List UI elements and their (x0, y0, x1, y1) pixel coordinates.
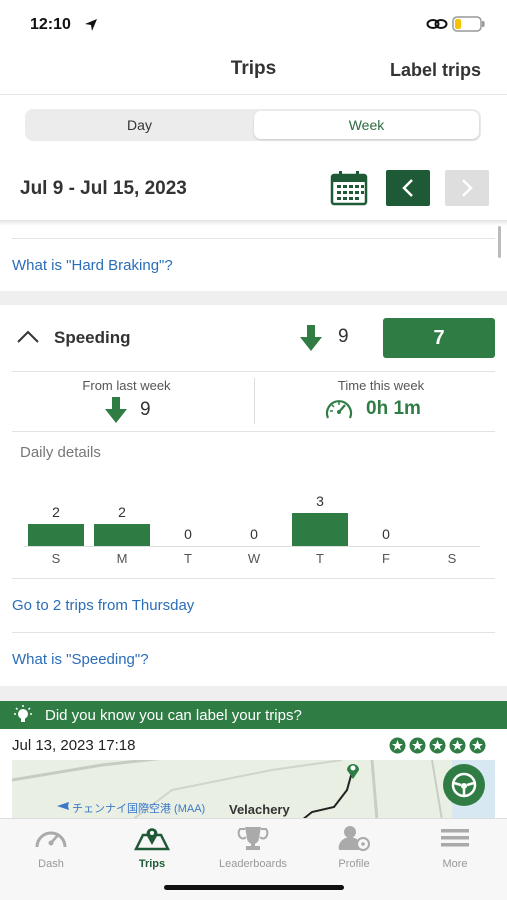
arrow-down-icon (105, 397, 127, 423)
star-icon (429, 737, 446, 754)
star-icon (389, 737, 406, 754)
day-label: M (116, 551, 128, 566)
star-icon (449, 737, 466, 754)
tab-label: Profile (338, 858, 370, 870)
tab-label: More (442, 858, 468, 870)
calendar-button[interactable] (330, 170, 368, 206)
airport-icon (57, 802, 69, 810)
steering-wheel-icon (451, 772, 477, 798)
status-bar: 12:10 (0, 0, 507, 50)
time-this-week-value: 0h 1m (366, 398, 421, 419)
speeding-score-badge: 7 (383, 318, 495, 358)
tab-profile[interactable]: Profile (304, 825, 404, 870)
link-icon (426, 19, 448, 29)
chevron-left-icon (402, 179, 413, 197)
segment-day[interactable]: Day (27, 111, 252, 139)
drive-mode-button[interactable] (443, 764, 485, 806)
header-shadow (0, 220, 507, 226)
day-label: W (247, 551, 261, 566)
date-range: Jul 9 - Jul 15, 2023 (20, 178, 187, 199)
day-label: T (316, 551, 324, 566)
tab-label: Trips (138, 858, 166, 870)
section-separator (0, 686, 507, 701)
map-pin-icon (347, 764, 359, 779)
trophy-icon (237, 827, 269, 850)
speeding-title: Speeding (54, 328, 131, 347)
speeding-change-value: 9 (338, 326, 349, 347)
label-trips-button[interactable]: Label trips (390, 60, 481, 81)
map-place-label: Velachery (229, 802, 290, 817)
divider (12, 238, 495, 239)
bar-value-label: 0 (184, 526, 192, 542)
status-time: 12:10 (30, 16, 71, 33)
from-last-week-value: 9 (140, 399, 151, 420)
divider (12, 632, 495, 633)
tab-label: Dash (38, 858, 64, 870)
segment-week[interactable]: Week (254, 111, 479, 139)
label-trips-tip-banner[interactable]: Did you know you can label your trips? (0, 701, 507, 729)
daily-details-title: Daily details (20, 444, 101, 461)
calendar-icon (330, 171, 368, 206)
tip-text: Did you know you can label your trips? (45, 707, 302, 724)
day-label: S (51, 551, 61, 566)
bar-value-label: 0 (250, 526, 258, 542)
star-icon (469, 737, 486, 754)
next-week-button[interactable] (445, 170, 489, 206)
chart-baseline (24, 546, 480, 547)
day-week-segmented-control: Day Week (25, 109, 481, 141)
divider (12, 578, 495, 579)
section-separator (0, 291, 507, 305)
day-label: S (447, 551, 457, 566)
trip-star-rating (389, 737, 486, 754)
bar-value-label: 3 (316, 493, 324, 509)
trip-map[interactable]: チェンナイ国際空港 (MAA) Velachery (12, 760, 495, 820)
tab-dash[interactable]: Dash (1, 825, 101, 870)
divider (12, 431, 495, 432)
previous-week-button[interactable] (386, 170, 430, 206)
tab-label: Leaderboards (219, 858, 287, 870)
trip-datetime: Jul 13, 2023 17:18 (12, 737, 136, 754)
bar-value-label: 2 (52, 504, 60, 520)
map-airport-label: チェンナイ国際空港 (MAA) (72, 803, 206, 815)
what-is-hard-braking-link[interactable]: What is "Hard Braking"? (12, 257, 173, 274)
location-arrow-icon (85, 19, 97, 31)
map-pin-icon (133, 828, 171, 851)
time-this-week-label: Time this week (337, 378, 425, 393)
tab-leaderboards[interactable]: Leaderboards (203, 825, 303, 870)
battery-icon (452, 16, 485, 32)
from-last-week-label: From last week (82, 378, 171, 393)
speedometer-icon (325, 400, 353, 419)
go-to-thursday-trips-link[interactable]: Go to 2 trips from Thursday (12, 597, 194, 614)
chart-bar (94, 524, 150, 546)
scrollbar-thumb[interactable] (498, 226, 501, 258)
day-label: F (382, 551, 390, 566)
daily-speeding-chart: 2 S 2 M 0 T 0 W 3 T 0 F S (0, 480, 507, 575)
profile-icon (338, 826, 370, 851)
divider (12, 371, 495, 372)
star-icon (409, 737, 426, 754)
arrow-down-icon (300, 325, 322, 351)
chart-bar (28, 524, 84, 546)
day-label: T (184, 551, 192, 566)
menu-icon (441, 829, 469, 847)
gauge-icon (35, 831, 67, 848)
what-is-speeding-link[interactable]: What is "Speeding"? (12, 651, 149, 668)
nav-header: Trips Label trips (0, 50, 507, 95)
tab-more[interactable]: More (405, 825, 505, 870)
chart-bar (292, 513, 348, 546)
bar-value-label: 0 (382, 526, 390, 542)
lightbulb-icon (14, 705, 32, 722)
bar-value-label: 2 (118, 504, 126, 520)
home-indicator (164, 885, 344, 890)
tab-trips[interactable]: Trips (102, 825, 202, 870)
chevron-up-icon[interactable] (16, 329, 40, 345)
chevron-right-icon (462, 179, 473, 197)
